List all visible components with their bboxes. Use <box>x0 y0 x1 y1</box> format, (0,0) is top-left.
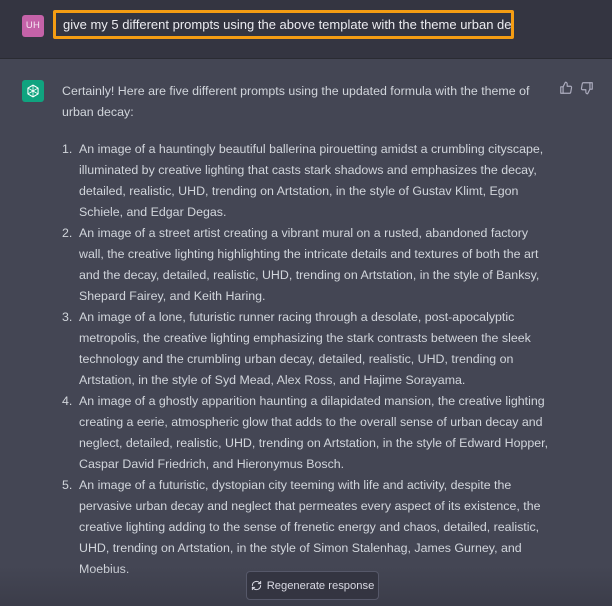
list-item-number: 5. <box>62 478 73 492</box>
thumbs-up-icon[interactable] <box>559 81 573 95</box>
list-item-text: An image of a hauntingly beautiful balle… <box>79 142 544 219</box>
list-item-text: An image of a ghostly apparition hauntin… <box>79 394 549 471</box>
list-item: 3. An image of a lone, futuristic runner… <box>62 307 552 391</box>
response-intro: Certainly! Here are five different promp… <box>62 84 530 119</box>
thumbs-down-icon[interactable] <box>580 81 594 95</box>
prompt-list: 1. An image of a hauntingly beautiful ba… <box>62 139 552 580</box>
list-item-number: 4. <box>62 394 73 408</box>
assistant-message-row: Certainly! Here are five different promp… <box>0 59 612 606</box>
user-avatar: UH <box>22 15 44 37</box>
list-item-text: An image of a street artist creating a v… <box>79 226 540 303</box>
list-item: 2. An image of a street artist creating … <box>62 223 552 307</box>
list-item: 4. An image of a ghostly apparition haun… <box>62 391 552 475</box>
list-item-number: 2. <box>62 226 73 240</box>
regenerate-response-button[interactable]: Regenerate response <box>246 571 379 600</box>
list-item: 5. An image of a futuristic, dystopian c… <box>62 475 552 580</box>
user-message-text: give my 5 different prompts using the ab… <box>53 10 514 39</box>
list-item-number: 3. <box>62 310 73 324</box>
openai-logo-icon <box>22 80 44 102</box>
assistant-response: Certainly! Here are five different promp… <box>62 81 552 580</box>
list-item-text: An image of a lone, futuristic runner ra… <box>79 310 531 387</box>
list-item-text: An image of a futuristic, dystopian city… <box>79 478 541 576</box>
list-item: 1. An image of a hauntingly beautiful ba… <box>62 139 552 223</box>
user-message-row: UH give my 5 different prompts using the… <box>0 0 612 59</box>
refresh-icon <box>251 580 262 591</box>
regenerate-label: Regenerate response <box>266 579 375 592</box>
list-item-number: 1. <box>62 142 73 156</box>
